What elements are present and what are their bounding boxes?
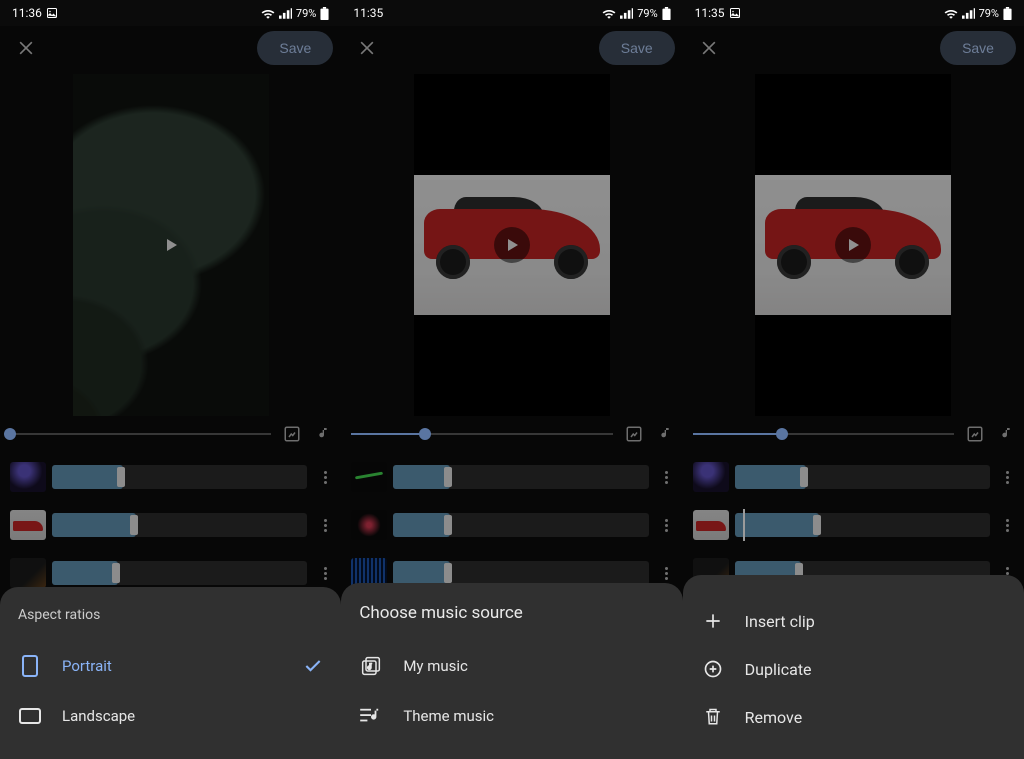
image-icon	[729, 7, 741, 19]
status-bar: 11:35 79%	[341, 0, 682, 26]
music-source-sheet: Choose music source My music Theme music	[341, 583, 682, 759]
duplicate-icon	[703, 659, 723, 679]
option-label: Portrait	[62, 657, 112, 675]
library-music-icon	[361, 656, 381, 676]
landscape-icon	[19, 708, 41, 724]
action-label: Remove	[745, 708, 803, 727]
action-label: Insert clip	[745, 612, 815, 631]
panel-aspect: 11:36 79% Save	[0, 0, 341, 759]
portrait-icon	[22, 655, 38, 677]
panel-music: 11:35 79% Save	[341, 0, 682, 759]
trash-icon	[704, 707, 722, 727]
option-portrait[interactable]: Portrait	[18, 641, 323, 691]
status-bar: 11:35 79%	[683, 0, 1024, 26]
panel-clip-actions: 11:35 79% Save	[683, 0, 1024, 759]
battery-icon	[662, 7, 671, 20]
check-icon	[303, 656, 323, 676]
signal-icon	[962, 8, 975, 19]
action-duplicate[interactable]: Duplicate	[701, 645, 1006, 693]
clock: 11:35	[695, 6, 725, 20]
option-label: My music	[403, 657, 468, 675]
wifi-icon	[602, 8, 616, 19]
option-my-music[interactable]: My music	[359, 641, 664, 691]
status-bar: 11:36 79%	[0, 0, 341, 26]
action-insert-clip[interactable]: Insert clip	[701, 597, 1006, 645]
option-label: Landscape	[62, 707, 135, 725]
clock: 11:36	[12, 6, 42, 20]
wifi-icon	[944, 8, 958, 19]
option-theme-music[interactable]: Theme music	[359, 691, 664, 741]
battery-text: 79%	[296, 7, 316, 20]
battery-icon	[320, 7, 329, 20]
clip-action-sheet: Insert clip Duplicate Remove	[683, 575, 1024, 759]
battery-text: 79%	[637, 7, 657, 20]
action-remove[interactable]: Remove	[701, 693, 1006, 741]
battery-text: 79%	[979, 7, 999, 20]
option-label: Theme music	[403, 707, 494, 725]
sheet-title: Choose music source	[359, 603, 664, 623]
signal-icon	[620, 8, 633, 19]
option-landscape[interactable]: Landscape	[18, 691, 323, 741]
battery-icon	[1003, 7, 1012, 20]
sheet-title: Aspect ratios	[18, 607, 323, 623]
aspect-ratio-sheet: Aspect ratios Portrait Landscape	[0, 587, 341, 759]
wifi-icon	[261, 8, 275, 19]
image-icon	[46, 7, 58, 19]
queue-music-icon	[360, 707, 382, 725]
action-label: Duplicate	[745, 660, 812, 679]
clock: 11:35	[353, 6, 383, 20]
signal-icon	[279, 8, 292, 19]
plus-icon	[703, 611, 723, 631]
